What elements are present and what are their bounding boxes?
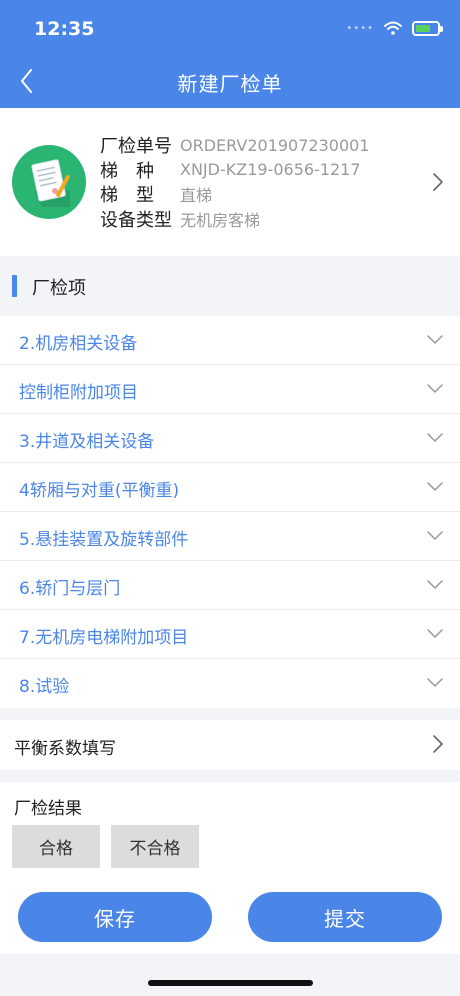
elevator-model-label: 梯 型	[100, 185, 154, 207]
home-indicator	[148, 980, 313, 986]
result-title: 厂检结果	[14, 799, 82, 819]
list-item[interactable]: 6.轿门与层门	[0, 561, 460, 610]
list-item[interactable]: 控制柜附加项目	[0, 365, 460, 414]
list-item-label: 2.机房相关设备	[19, 334, 138, 354]
chevron-right-icon	[433, 735, 443, 753]
chevron-down-icon	[427, 580, 443, 589]
order-number-label: 厂检单号	[100, 136, 172, 158]
balance-coefficient-label: 平衡系数填写	[14, 739, 116, 759]
signal-icon: ••••	[346, 22, 374, 34]
chevron-down-icon	[427, 335, 443, 344]
list-item[interactable]: 2.机房相关设备	[0, 316, 460, 365]
submit-button[interactable]: 提交	[248, 892, 442, 942]
list-item[interactable]: 7.无机房电梯附加项目	[0, 610, 460, 659]
elevator-model-row: 梯 型 直梯	[100, 182, 369, 207]
page-title: 新建厂检单	[177, 72, 283, 96]
list-item-label: 7.无机房电梯附加项目	[19, 628, 189, 648]
equipment-type-label: 设备类型	[100, 209, 172, 231]
balance-coefficient-row[interactable]: 平衡系数填写	[0, 720, 460, 770]
list-item-label: 控制柜附加项目	[19, 383, 138, 403]
status-indicators: ••••	[346, 18, 443, 38]
app-header: 12:35 •••• 新建厂检单	[0, 0, 460, 108]
equipment-type-row: 设备类型 无机房客梯	[100, 207, 369, 232]
order-info-card[interactable]: 厂检单号 ORDERV201907230001 梯 种 XNJD-KZ19-06…	[0, 108, 460, 256]
section-marker	[12, 275, 17, 297]
list-item[interactable]: 8.试验	[0, 659, 460, 708]
order-number-value: ORDERV201907230001	[180, 135, 370, 155]
document-icon	[12, 145, 86, 219]
list-item-label: 5.悬挂装置及旋转部件	[19, 530, 189, 550]
inspection-item-list: 2.机房相关设备 控制柜附加项目 3.井道及相关设备 4轿厢与对重(平衡重) 5…	[0, 316, 460, 708]
chevron-down-icon	[427, 482, 443, 491]
battery-icon	[412, 20, 443, 36]
chevron-down-icon	[427, 678, 443, 687]
list-item[interactable]: 4轿厢与对重(平衡重)	[0, 463, 460, 512]
fail-option-button[interactable]: 不合格	[111, 825, 199, 868]
list-item[interactable]: 5.悬挂装置及旋转部件	[0, 512, 460, 561]
equipment-type-value: 无机房客梯	[180, 210, 261, 230]
inspection-items-header: 厂检项	[0, 256, 460, 316]
chevron-down-icon	[427, 433, 443, 442]
list-item-label: 4轿厢与对重(平衡重)	[19, 481, 180, 501]
pass-option-button[interactable]: 合格	[12, 825, 100, 868]
elevator-model-value: 直梯	[180, 186, 213, 206]
chevron-right-icon[interactable]	[432, 172, 444, 192]
order-number-row: 厂检单号 ORDERV201907230001	[100, 133, 369, 158]
save-button[interactable]: 保存	[18, 892, 212, 942]
chevron-down-icon	[427, 629, 443, 638]
elevator-kind-value: XNJD-KZ19-0656-1217	[180, 160, 361, 180]
chevron-down-icon	[427, 384, 443, 393]
elevator-kind-row: 梯 种 XNJD-KZ19-0656-1217	[100, 158, 369, 183]
elevator-kind-label: 梯 种	[100, 160, 154, 182]
list-item[interactable]: 3.井道及相关设备	[0, 414, 460, 463]
list-item-label: 6.轿门与层门	[19, 579, 121, 599]
list-item-label: 8.试验	[19, 677, 70, 697]
list-item-label: 3.井道及相关设备	[19, 432, 155, 452]
order-details: 厂检单号 ORDERV201907230001 梯 种 XNJD-KZ19-06…	[100, 133, 369, 231]
status-time: 12:35	[34, 18, 95, 40]
chevron-down-icon	[427, 531, 443, 540]
wifi-icon	[384, 21, 402, 35]
section-title: 厂检项	[32, 278, 86, 299]
inspection-result-section: 厂检结果 合格 不合格 保存 提交	[0, 782, 460, 954]
